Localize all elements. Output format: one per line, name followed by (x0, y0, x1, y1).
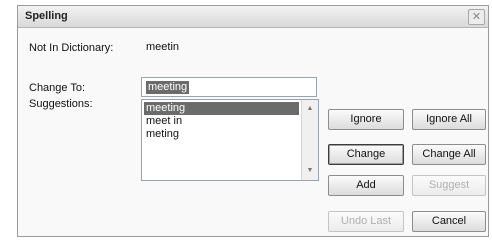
suggestion-item[interactable]: meet in (144, 115, 299, 128)
ignore-button[interactable]: Ignore (328, 109, 404, 130)
suggestions-label: Suggestions: (29, 98, 93, 110)
close-button[interactable]: ✕ (468, 9, 485, 25)
scroll-up-icon[interactable]: ▲ (302, 102, 318, 116)
suggestion-item[interactable]: meeting (144, 102, 299, 115)
suggestions-items: meeting meet in meting (144, 102, 299, 141)
change-all-button[interactable]: Change All (412, 144, 486, 165)
change-to-label: Change To: (29, 82, 86, 94)
not-in-dictionary-value: meetin (146, 41, 180, 53)
suggest-button: Suggest (412, 175, 486, 196)
change-to-input[interactable]: meeting (141, 77, 317, 97)
suggestion-item[interactable]: meting (144, 128, 299, 141)
dialog-title: Spelling (25, 10, 68, 22)
scroll-down-icon[interactable]: ▼ (302, 164, 318, 178)
ignore-all-button[interactable]: Ignore All (412, 109, 486, 130)
close-icon: ✕ (471, 11, 482, 23)
change-to-value: meeting (146, 81, 190, 94)
add-button[interactable]: Add (328, 175, 404, 196)
undo-last-button: Undo Last (328, 211, 404, 232)
suggestions-scrollbar[interactable]: ▲ ▼ (301, 100, 318, 180)
change-button[interactable]: Change (328, 144, 404, 165)
suggestions-list[interactable]: meeting meet in meting ▲ ▼ (141, 99, 319, 181)
title-bar[interactable]: Spelling ✕ (18, 6, 488, 28)
not-in-dictionary-label: Not In Dictionary: (29, 42, 114, 54)
cancel-button[interactable]: Cancel (412, 211, 486, 232)
